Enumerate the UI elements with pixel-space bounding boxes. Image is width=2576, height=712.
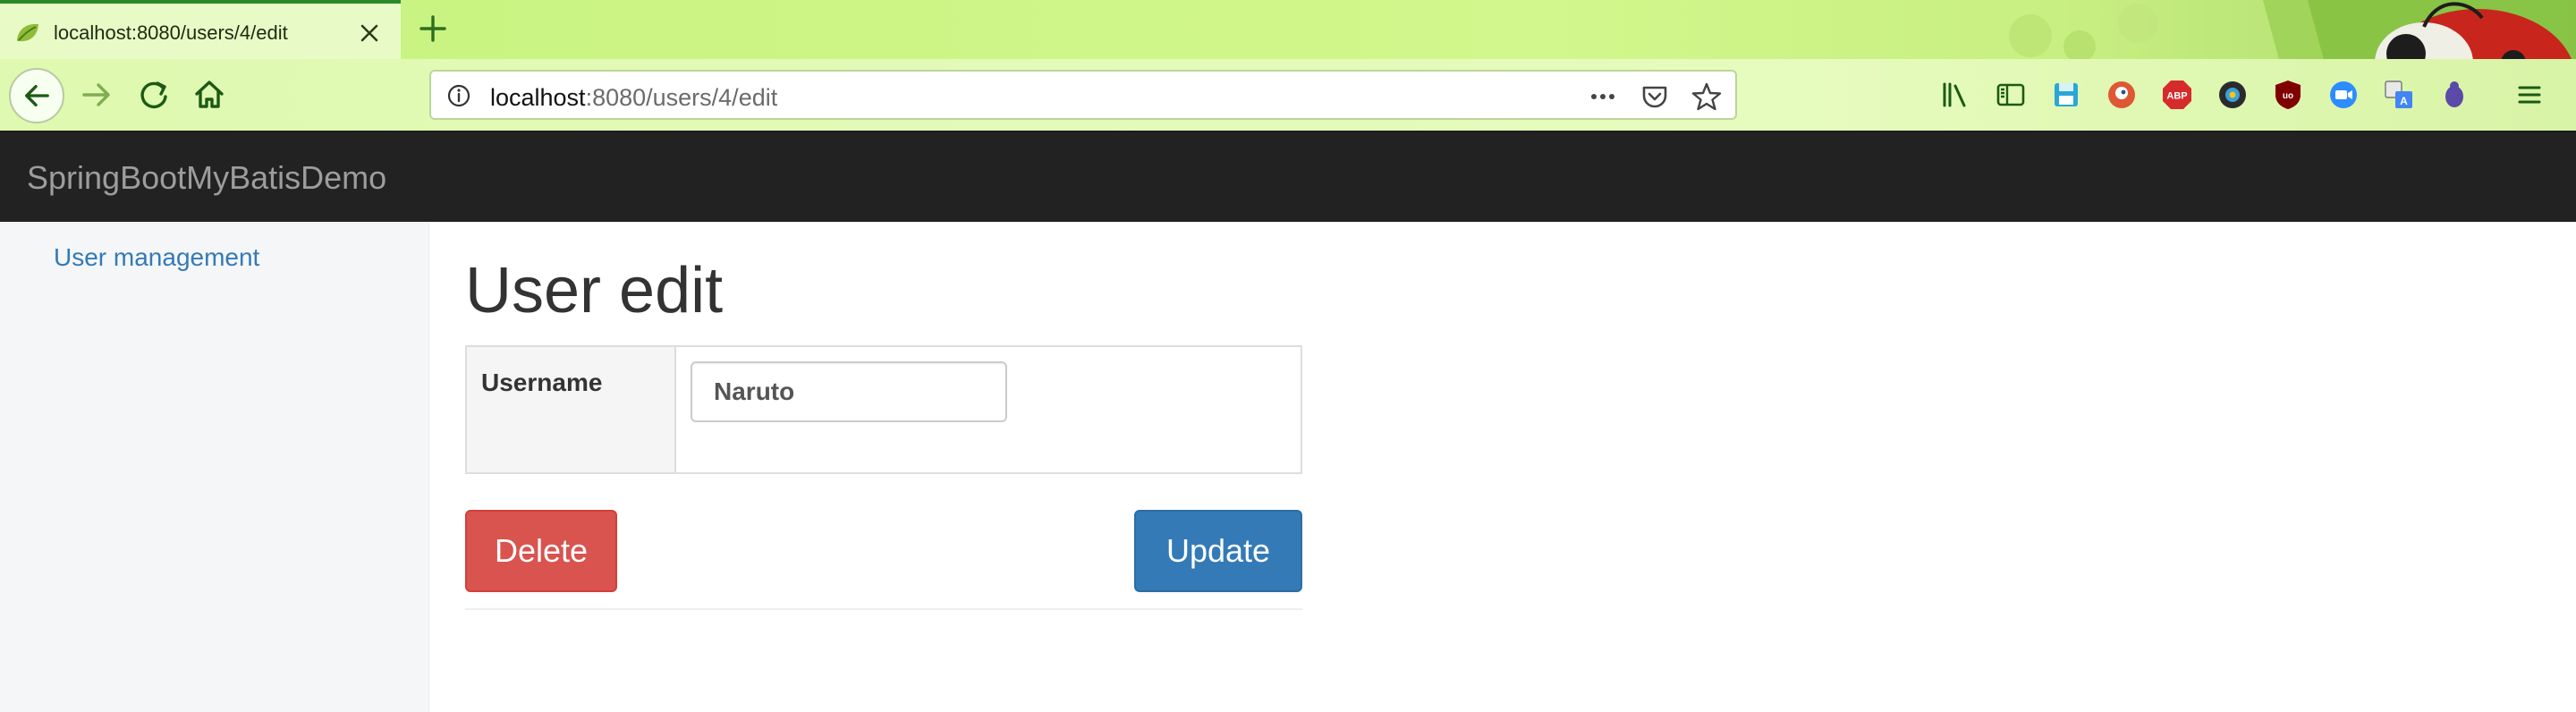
url-actions	[1587, 81, 1723, 113]
page-actions-icon[interactable]	[1587, 81, 1619, 113]
translate-icon[interactable]: A	[2383, 79, 2415, 111]
bookmark-star-icon[interactable]	[1690, 81, 1723, 113]
username-value-cell	[676, 347, 1301, 472]
username-label-cell: Username	[467, 347, 676, 472]
spring-leaf-icon	[17, 23, 38, 42]
brand-link[interactable]: SpringBootMyBatisDemo	[27, 159, 386, 197]
update-button[interactable]: Update	[1134, 510, 1302, 592]
browser-tab[interactable]: localhost:8080/users/4/edit	[0, 0, 401, 59]
reload-icon[interactable]	[131, 72, 177, 118]
tab-title: localhost:8080/users/4/edit	[54, 21, 288, 44]
app-navbar: SpringBootMyBatisDemo	[0, 132, 2576, 222]
sidebar-icon[interactable]	[1995, 79, 2027, 111]
form-divider	[465, 608, 1302, 610]
back-arrow-icon	[25, 85, 49, 106]
extension-icon[interactable]	[2216, 79, 2249, 111]
url-text[interactable]: localhost:8080/users/4/edit	[490, 84, 777, 112]
user-edit-form-table: Username	[465, 345, 1302, 474]
username-input[interactable]	[691, 361, 1007, 422]
bug-icon[interactable]	[2438, 79, 2470, 111]
sidebar: User management	[0, 222, 429, 712]
close-tab-icon[interactable]	[356, 20, 383, 47]
username-label: Username	[481, 369, 603, 396]
url-host: localhost	[490, 84, 586, 111]
address-bar[interactable]: localhost:8080/users/4/edit	[429, 70, 1737, 120]
home-icon[interactable]	[186, 72, 233, 118]
duckduckgo-icon[interactable]	[2106, 79, 2138, 111]
pocket-icon[interactable]	[1639, 81, 1671, 113]
save-icon[interactable]	[2050, 79, 2082, 111]
sidebar-item-user-management[interactable]: User management	[54, 243, 259, 272]
page-title: User edit	[465, 255, 724, 326]
delete-button[interactable]: Delete	[465, 510, 617, 592]
svg-text:A: A	[2400, 95, 2408, 107]
svg-text:ABP: ABP	[2166, 91, 2187, 102]
adblock-plus-icon[interactable]: ABP	[2161, 79, 2193, 111]
browser-navigation-bar: localhost:8080/users/4/edit ABP uo A	[0, 59, 2576, 132]
url-path: :8080/users/4/edit	[585, 84, 778, 111]
new-tab-icon[interactable]	[417, 13, 449, 45]
library-icon[interactable]	[1939, 79, 1971, 111]
menu-icon[interactable]	[2513, 79, 2546, 111]
ublock-origin-icon[interactable]: uo	[2272, 79, 2304, 111]
zoom-icon[interactable]	[2327, 79, 2360, 111]
svg-text:uo: uo	[2283, 91, 2293, 101]
site-info-icon[interactable]	[445, 82, 472, 109]
back-button[interactable]	[9, 68, 64, 123]
forward-arrow-icon[interactable]	[73, 72, 120, 118]
